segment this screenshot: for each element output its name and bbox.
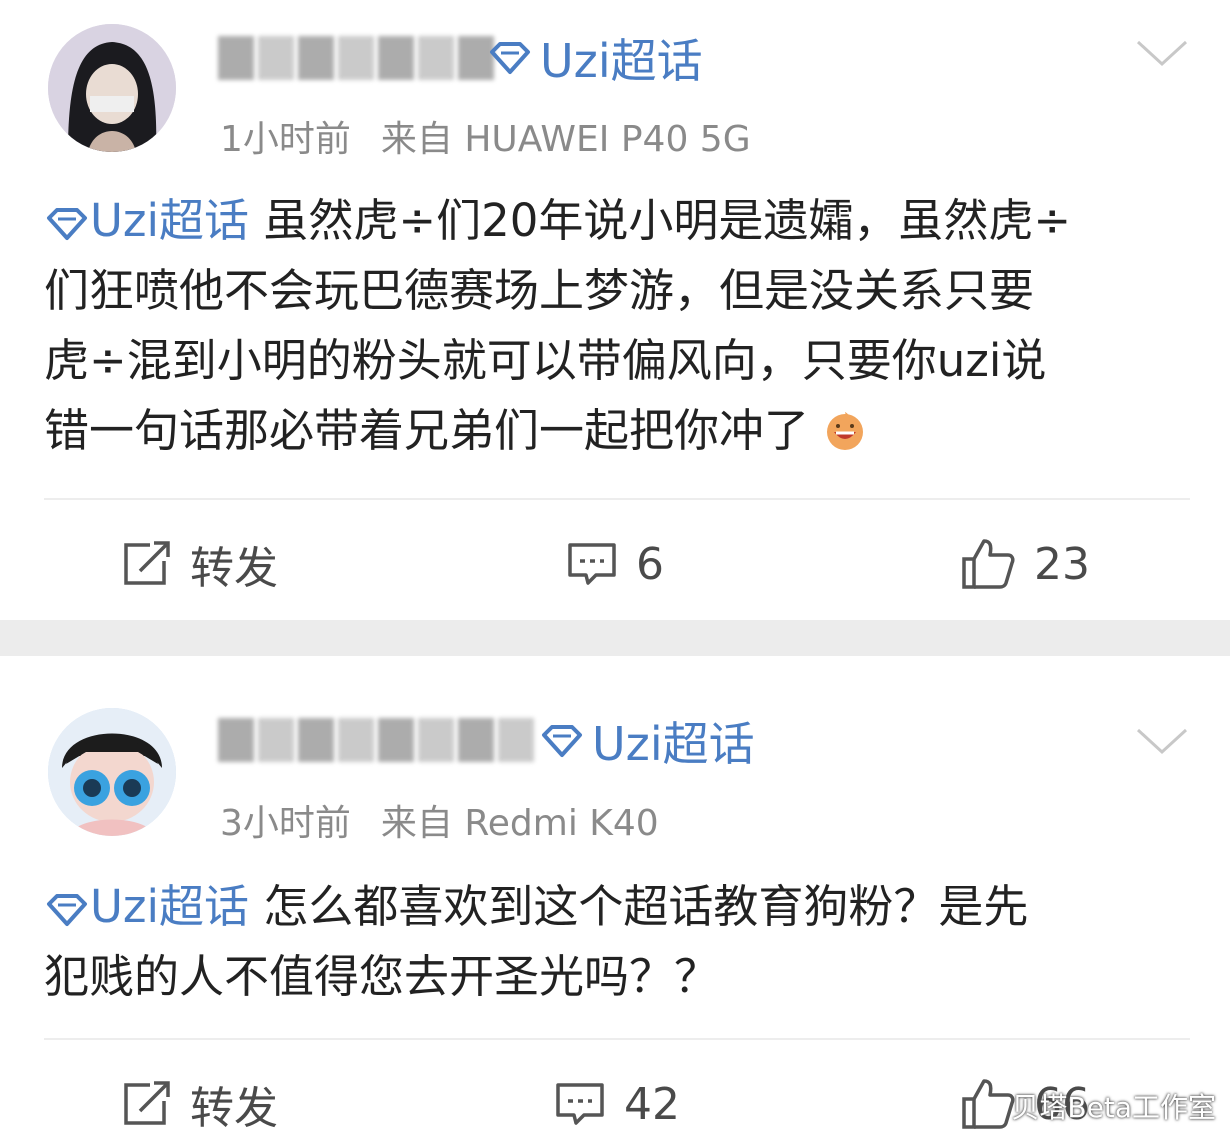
content-line: 们狂喷他不会玩巴德赛场上梦游，但是没关系只要 [44, 264, 1035, 317]
diamond-icon [542, 725, 582, 757]
comment-icon [556, 1083, 604, 1125]
super-topic-tag[interactable]: Uzi超话 [540, 713, 755, 771]
comment-button[interactable]: 42 [554, 1064, 680, 1144]
diamond-icon [47, 894, 87, 926]
username-blurred[interactable] [218, 28, 494, 88]
post-source: 来自 HUAWEI P40 5G [380, 119, 751, 160]
content-line: 错一句话那必带着兄弟们一起把你冲了 [44, 404, 810, 457]
comment-count: 42 [624, 1078, 680, 1130]
content-line: 怎么都喜欢到这个超话教育狗粉？是先 [249, 880, 1029, 933]
diamond-icon [490, 42, 530, 74]
post-time: 3小时前 [220, 803, 351, 844]
post-card: Uzi超话 3小时前 来自 Redmi K40 Uzi超话 怎么都喜欢到这个超话教… [0, 656, 1230, 1140]
comment-count: 6 [636, 538, 664, 590]
super-topic-label: Uzi超话 [592, 717, 755, 771]
avatar[interactable] [48, 708, 176, 836]
super-topic-tag[interactable]: Uzi超话 [488, 30, 703, 88]
comment-icon [568, 543, 616, 585]
divider [44, 1038, 1190, 1040]
repost-button[interactable]: 转发 [120, 524, 278, 604]
post-meta: 1小时前 来自 HUAWEI P40 5G [220, 110, 751, 160]
post-card: Uzi超话 1小时前 来自 HUAWEI P40 5G Uzi超话 虽然虎÷们20… [0, 0, 1230, 620]
post-time: 1小时前 [220, 119, 351, 160]
repost-icon [124, 541, 170, 585]
repost-button[interactable]: 转发 [120, 1064, 278, 1144]
watermark: 贝塔Beta工作室 [1011, 1091, 1216, 1124]
post-separator [0, 620, 1230, 656]
like-count: 23 [1034, 538, 1090, 590]
content-line: 犯贱的人不值得您去开圣光吗？？ [44, 950, 720, 1003]
content-topic-link[interactable]: Uzi超话 [90, 880, 249, 933]
divider [44, 498, 1190, 500]
comment-button[interactable]: 6 [566, 524, 664, 604]
post-meta: 3小时前 来自 Redmi K40 [220, 794, 659, 844]
emoji-icon [827, 412, 864, 450]
content-topic-link[interactable]: Uzi超话 [90, 194, 249, 247]
avatar[interactable] [48, 24, 176, 152]
repost-label: 转发 [190, 543, 278, 594]
repost-icon [124, 1081, 170, 1125]
like-icon [962, 1079, 1015, 1129]
content-line: 虎÷混到小明的粉头就可以带偏风向，只要你uzi说 [44, 334, 1047, 387]
post-source: 来自 Redmi K40 [380, 803, 659, 844]
post-content: Uzi超话 怎么都喜欢到这个超话教育狗粉？是先 犯贱的人不值得您去开圣光吗？？ [44, 872, 1194, 1012]
repost-label: 转发 [190, 1083, 278, 1134]
content-line: 虽然虎÷们20年说小明是遗孀，虽然虎÷ [249, 194, 1072, 247]
username-blurred[interactable] [218, 710, 534, 770]
post-actions: 转发 6 23 [0, 524, 1230, 604]
diamond-icon [47, 208, 87, 240]
chevron-down-icon[interactable] [1134, 38, 1190, 70]
like-button[interactable]: 23 [960, 524, 1090, 604]
post-content: Uzi超话 虽然虎÷们20年说小明是遗孀，虽然虎÷ 们狂喷他不会玩巴德赛场上梦游… [44, 186, 1194, 466]
super-topic-label: Uzi超话 [540, 34, 703, 88]
chevron-down-icon[interactable] [1134, 726, 1190, 758]
like-icon [962, 539, 1015, 589]
